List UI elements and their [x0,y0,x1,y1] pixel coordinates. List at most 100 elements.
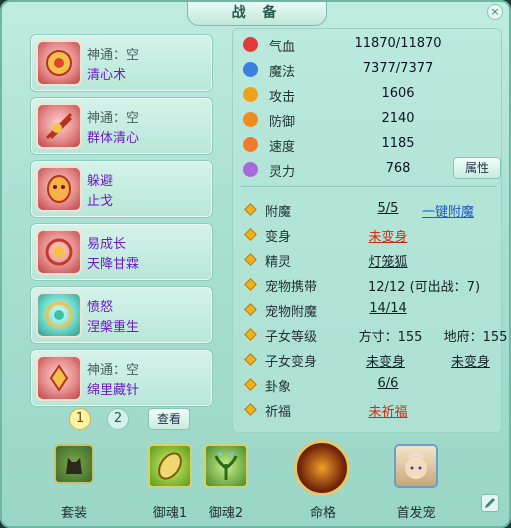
fate-label: 命格 [309,506,336,521]
row-transform: 变身 未变身 [243,224,503,246]
window-title: 战 备 [187,2,327,26]
close-icon[interactable]: × [487,4,503,20]
stat-value: 11870/11870 [354,36,442,51]
stat-row-hp: 气血 11870/11870 [243,34,498,56]
spirit-icon [243,162,258,177]
child-transform-2[interactable]: 未变身 [443,351,498,370]
blessing-value[interactable]: 未祈福 [363,401,413,420]
skill-status: 愤怒 [87,300,114,315]
skill-group-purify-icon [36,103,82,149]
diamond-icon [244,253,257,266]
mana-icon [243,62,258,77]
row-child-level: 子女等级 方寸：155 地府：155 [243,324,507,346]
stat-label: 气血 [269,40,296,55]
diamond-icon [244,353,257,366]
skill-name: 绵里藏针 [87,383,140,398]
row-label: 子女等级 [265,330,318,345]
enchant-value[interactable]: 5/5 [368,201,408,216]
suit-button[interactable] [54,444,94,484]
stats-panel: 气血 11870/11870 魔法 7377/7377 攻击 1606 防御 2… [232,28,507,433]
child-transform-1[interactable]: 未变身 [358,351,413,370]
lead-pet-label: 首发宠 [396,506,436,521]
row-enchant: 附魔 5/5 一键附魔 [243,199,503,221]
cat-suit-icon [54,444,94,484]
page-1-button[interactable]: 1 [69,408,91,430]
spirit-value[interactable]: 灯笼狐 [363,251,413,270]
heart-icon [243,37,258,52]
skill-slot-1[interactable]: 神通：空 清心术 [30,34,213,92]
skill-name: 清心术 [87,68,127,83]
diamond-icon [244,203,257,216]
stat-row-defense: 防御 2140 [243,109,498,131]
battle-prep-window: 战 备 × 神通：空 清心术 神通：空 群体清心 躲避 止戈 易成长 天降甘霖 … [0,0,511,528]
transform-value[interactable]: 未变身 [363,226,413,245]
child-level-1: 方寸：155 [358,330,423,345]
row-pet-enchant: 宠物附魔 14/14 [243,299,503,321]
skill-status: 躲避 [87,174,114,189]
skill-slot-2[interactable]: 神通：空 群体清心 [30,97,213,155]
skill-slot-4[interactable]: 易成长 天降甘霖 [30,223,213,281]
skill-rage-icon [36,292,82,338]
stat-value: 2140 [381,111,415,126]
suit-label: 套装 [60,506,87,521]
skill-name: 天降甘霖 [87,257,140,272]
attack-icon [243,87,258,102]
stat-label: 攻击 [269,90,296,105]
attributes-button[interactable]: 属性 [453,157,501,179]
skill-slot-3[interactable]: 躲避 止戈 [30,160,213,218]
hexagram-value[interactable]: 6/6 [368,376,408,391]
pet-avatar-icon [394,444,438,488]
skill-growth-icon [36,229,82,275]
stat-value: 1606 [381,86,415,101]
skill-status: 神通：空 [87,48,140,63]
soul2-label: 御魂2 [208,506,244,521]
divider [241,186,496,187]
row-spirit: 精灵 灯笼狐 [243,249,503,271]
diamond-icon [244,303,257,316]
skill-slot-6[interactable]: 神通：空 绵里藏针 [30,349,213,407]
fate-button[interactable] [294,440,350,496]
row-label: 宠物附魔 [265,305,318,320]
row-label: 卦象 [265,380,292,395]
diamond-icon [244,278,257,291]
leaf-icon [148,444,192,488]
skill-status: 神通：空 [87,363,140,378]
row-label: 变身 [265,230,292,245]
speed-icon [243,137,258,152]
row-label: 祈福 [265,405,292,420]
row-label: 精灵 [265,255,292,270]
skill-status: 易成长 [87,237,127,252]
skill-status: 神通：空 [87,111,140,126]
fate-dragon-icon [294,440,350,496]
pet-enchant-value[interactable]: 14/14 [363,301,413,316]
view-button[interactable]: 查看 [148,408,190,430]
stat-value: 768 [385,161,411,176]
soul1-label: 御魂1 [152,506,188,521]
sprout-icon [204,444,248,488]
row-blessing: 祈福 未祈福 [243,399,503,421]
stat-label: 速度 [269,140,296,155]
stat-value: 7377/7377 [362,61,434,76]
row-label: 宠物携带 [265,280,318,295]
diamond-icon [244,228,257,241]
row-hexagram: 卦象 6/6 [243,374,503,396]
row-pet-carry: 宠物携带 12/12 (可出战：7) [243,274,503,296]
stat-label: 防御 [269,115,296,130]
skill-purify-icon [36,40,82,86]
one-click-enchant-link[interactable]: 一键附魔 [418,201,478,220]
skill-needle-icon [36,355,82,401]
stat-label: 魔法 [269,65,296,80]
skill-name: 涅槃重生 [87,320,140,335]
stat-row-attack: 攻击 1606 [243,84,498,106]
soul1-button[interactable] [148,444,192,488]
edit-icon[interactable] [481,494,499,512]
stat-label: 灵力 [269,165,296,180]
page-2-button[interactable]: 2 [107,408,129,430]
diamond-icon [244,328,257,341]
skill-slot-5[interactable]: 愤怒 涅槃重生 [30,286,213,344]
lead-pet-button[interactable] [394,444,438,488]
stat-row-mp: 魔法 7377/7377 [243,59,498,81]
diamond-icon [244,378,257,391]
row-child-transform: 子女变身 未变身 未变身 [243,349,503,371]
soul2-button[interactable] [204,444,248,488]
